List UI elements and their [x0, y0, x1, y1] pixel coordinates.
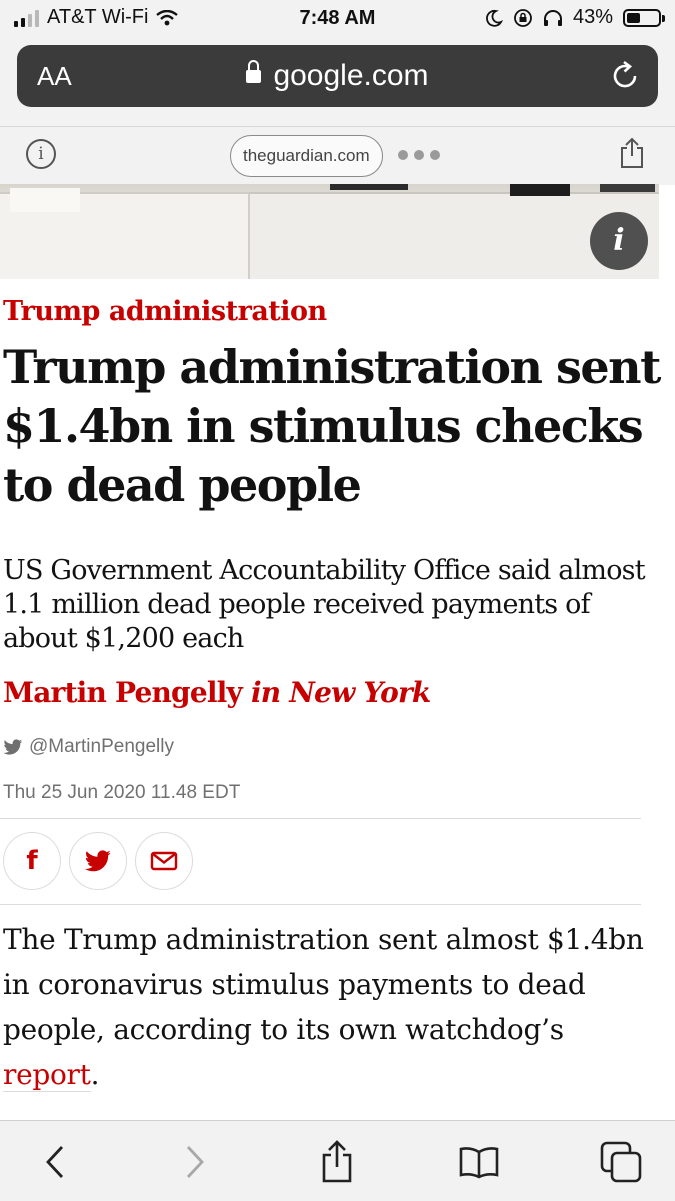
- amp-viewer-bar: i theguardian.com: [0, 126, 675, 185]
- battery-icon: [623, 8, 665, 27]
- more-options-icon[interactable]: [398, 150, 440, 160]
- body-text: The Trump administration sent almost $1.…: [3, 923, 644, 1046]
- share-button[interactable]: [312, 1137, 362, 1187]
- url-text: google.com: [273, 59, 429, 92]
- article-hero-image: [0, 184, 659, 279]
- bookmarks-button[interactable]: [454, 1137, 504, 1187]
- twitter-icon: [84, 849, 111, 871]
- article-standfirst: US Government Accountability Office said…: [3, 555, 646, 654]
- share-buttons: f: [3, 832, 193, 890]
- article-body-paragraph: The Trump administration sent almost $1.…: [3, 917, 658, 1097]
- divider: [0, 818, 641, 819]
- share-icon: [322, 1140, 352, 1183]
- tabs-icon: [600, 1141, 642, 1183]
- status-right: 43%: [485, 6, 665, 29]
- url-display[interactable]: google.com: [17, 59, 658, 93]
- reload-button[interactable]: [608, 59, 642, 98]
- address-bar[interactable]: AA google.com: [17, 45, 658, 107]
- email-share-button[interactable]: [135, 832, 193, 890]
- source-domain-pill[interactable]: theguardian.com: [230, 135, 383, 177]
- forward-icon: [186, 1146, 204, 1178]
- status-bar: AT&T Wi-Fi 7:48 AM 43%: [0, 0, 675, 40]
- twitter-share-button[interactable]: [69, 832, 127, 890]
- author-name[interactable]: Martin Pengelly: [3, 676, 243, 709]
- tabs-button[interactable]: [596, 1137, 646, 1187]
- back-icon: [46, 1146, 64, 1178]
- byline: Martin Pengelly in New York: [3, 676, 431, 709]
- twitter-handle: @MartinPengelly: [29, 736, 174, 757]
- divider: [0, 904, 641, 905]
- twitter-bird-icon: [3, 738, 23, 755]
- info-button[interactable]: i: [26, 139, 56, 169]
- facebook-share-button[interactable]: f: [3, 832, 61, 890]
- section-kicker[interactable]: Trump administration: [3, 296, 327, 327]
- share-icon: [621, 137, 643, 168]
- rotation-lock-icon: [513, 8, 533, 28]
- do-not-disturb-icon: [485, 9, 503, 27]
- address-bar-area: AA google.com: [0, 40, 675, 126]
- byline-location: in New York: [250, 676, 431, 709]
- battery-percent: 43%: [572, 6, 613, 28]
- article-headline: Trump administration sent $1.4bn in stim…: [3, 340, 661, 512]
- browser-toolbar: [0, 1120, 675, 1201]
- author-twitter[interactable]: @MartinPengelly: [3, 736, 174, 758]
- lock-icon: [246, 60, 262, 83]
- image-caption-toggle[interactable]: i: [590, 212, 648, 270]
- publish-date: Thu 25 Jun 2020 11.48 EDT: [3, 782, 241, 803]
- battery-fill: [627, 12, 640, 23]
- back-button[interactable]: [30, 1137, 80, 1187]
- facebook-icon: f: [26, 846, 38, 876]
- reload-icon: [613, 60, 637, 88]
- share-page-button[interactable]: [619, 137, 645, 174]
- body-text-end: .: [90, 1058, 100, 1091]
- report-link[interactable]: report: [3, 1058, 91, 1092]
- email-icon: [150, 851, 178, 871]
- forward-button[interactable]: [170, 1137, 220, 1187]
- headphones-icon: [543, 9, 563, 27]
- bookmarks-icon: [459, 1147, 499, 1179]
